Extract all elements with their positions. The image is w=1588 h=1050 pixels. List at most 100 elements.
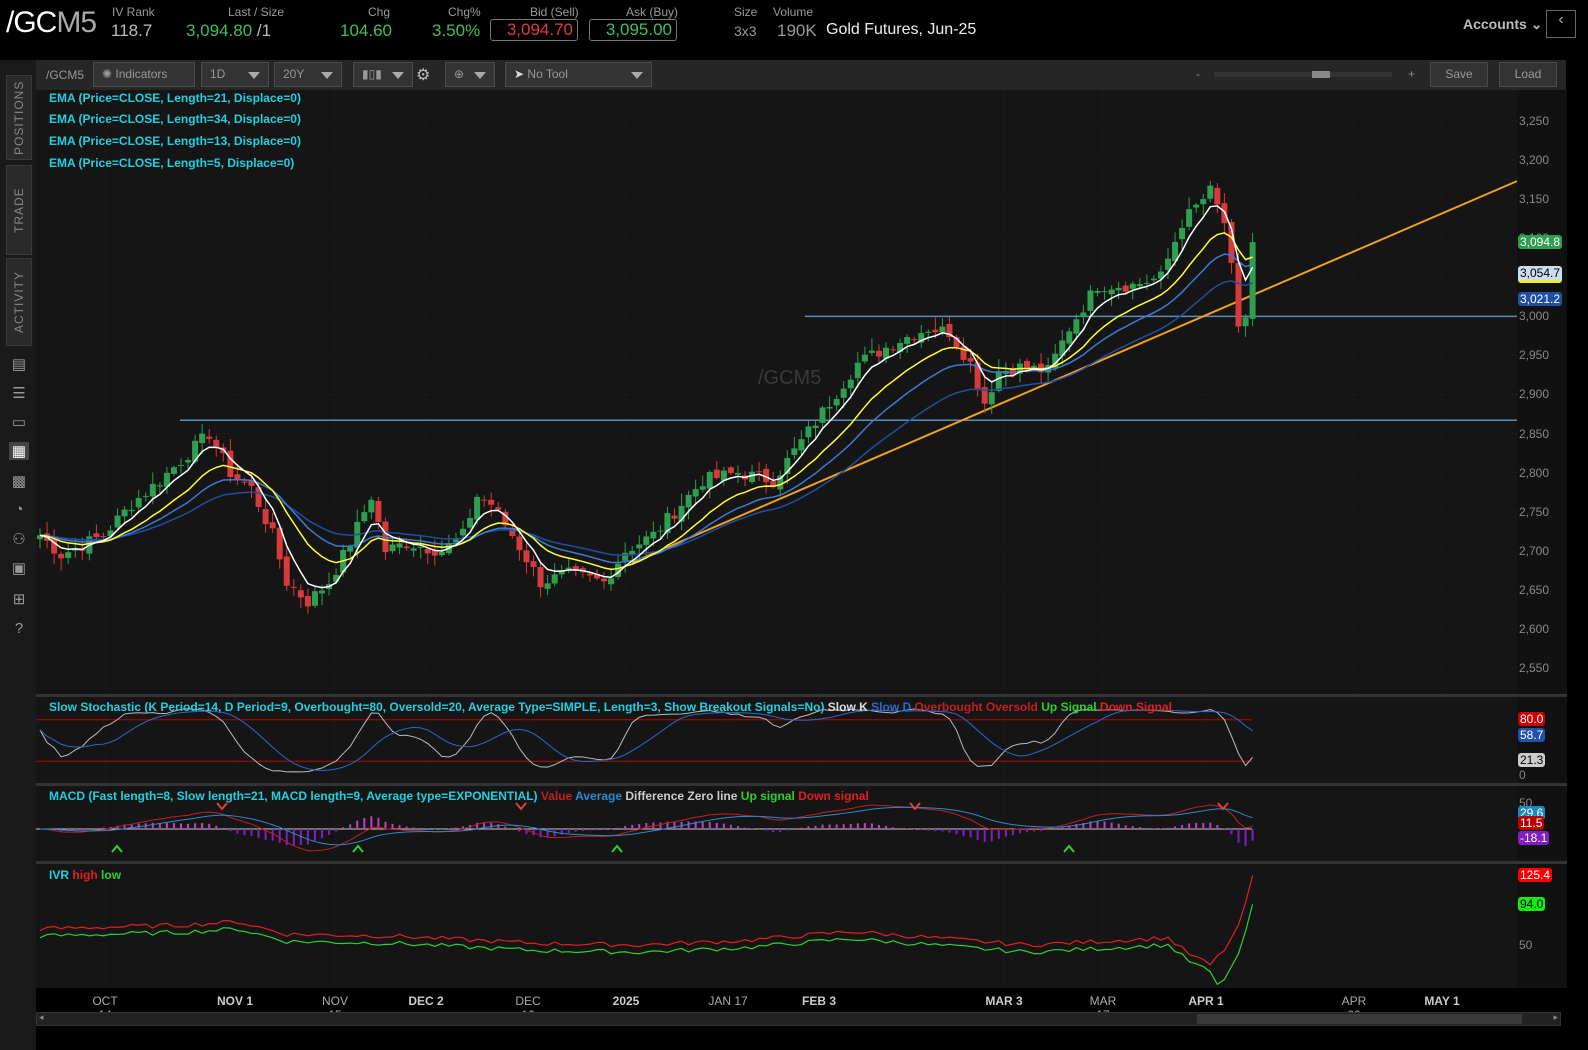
price-axis-label: 2,700 [1519, 543, 1550, 558]
candle-body [1108, 289, 1115, 295]
candle-body [241, 481, 248, 483]
date-axis-label: JAN 17 [708, 994, 748, 1008]
candle-body [495, 507, 502, 510]
candle-body [1193, 204, 1200, 208]
candle-body [925, 331, 932, 333]
panel-divider [36, 861, 1567, 864]
candle-body [1073, 319, 1080, 334]
candle-body [438, 552, 445, 556]
candle-body [1200, 199, 1207, 205]
candle-body [1094, 290, 1101, 293]
scrollbar-thumb[interactable] [1197, 1014, 1522, 1024]
candle-body [368, 499, 375, 513]
ema5-price-tag: 3,054.7 [1518, 266, 1563, 283]
candle-body [551, 574, 558, 584]
candle-body [601, 578, 607, 582]
candle-body [1165, 258, 1171, 270]
candle-body [234, 474, 241, 479]
candle-body [812, 425, 819, 428]
ema13-legend[interactable]: EMA (Price=CLOSE, Length=13, Displace=0) [49, 134, 301, 148]
candle-body [1143, 282, 1150, 284]
candle-body [149, 483, 156, 497]
candle-body [622, 552, 629, 561]
candle-body [1235, 262, 1242, 327]
candle-body [347, 546, 354, 552]
candle-body [396, 543, 403, 548]
candle-body [1214, 187, 1221, 205]
candle-body [805, 426, 812, 438]
candle-body [833, 399, 840, 406]
candle-body [1150, 278, 1157, 281]
candle-body [868, 350, 875, 353]
candle-body [206, 436, 213, 439]
candle-body [854, 362, 861, 379]
date-axis-label: NOV 1 [216, 994, 253, 1008]
candle-body [650, 531, 657, 539]
candle-body [1179, 227, 1186, 240]
macd-diff-tag: -18.1 [1518, 831, 1550, 845]
slowd-tag: 58.7 [1518, 728, 1546, 742]
candle-body [403, 546, 410, 549]
candle-body [142, 495, 149, 497]
candle-body [156, 485, 163, 487]
ema21-legend[interactable]: EMA (Price=CLOSE, Length=21, Displace=0) [49, 91, 301, 105]
candle-body [417, 546, 424, 548]
candle-body [1031, 365, 1038, 367]
candle-body [185, 459, 192, 463]
candle-body [283, 556, 290, 586]
candle-body [121, 509, 128, 517]
candle-body [424, 548, 431, 554]
date-axis-label: MAR 3 [985, 994, 1023, 1008]
price-axis-label: 2,850 [1519, 426, 1550, 441]
candle-body [304, 595, 311, 607]
slowk-tag: 21.3 [1518, 753, 1546, 767]
candle-body [516, 536, 523, 551]
ema34-legend[interactable]: EMA (Price=CLOSE, Length=34, Displace=0) [49, 112, 301, 126]
candle-body [389, 544, 396, 552]
candle-body [1129, 283, 1136, 289]
ema5-legend[interactable]: EMA (Price=CLOSE, Length=5, Displace=0) [49, 156, 294, 170]
candle-body [530, 561, 537, 567]
candle-body [481, 499, 488, 501]
candle-body [488, 499, 495, 505]
horizontal-scrollbar[interactable]: ◂ ▸ [36, 1012, 1561, 1026]
price-axis-label: 2,800 [1519, 465, 1550, 480]
candle-body [713, 469, 720, 478]
ema34-price-tag: 3,021.2 [1518, 292, 1563, 306]
candle-body [819, 407, 826, 423]
candle-body [1207, 185, 1214, 199]
candle-body [311, 591, 318, 606]
ivr-legend[interactable]: IVR high low [49, 868, 121, 882]
macd-legend[interactable]: MACD (Fast length=8, Slow length=21, MAC… [49, 789, 869, 803]
candle-body [319, 590, 325, 594]
candle-body [262, 509, 269, 525]
chart-background [36, 90, 1517, 988]
candle-body [297, 590, 304, 598]
price-axis-label: 3,000 [1519, 309, 1550, 324]
ivr-high-tag: 125.4 [1518, 868, 1553, 882]
symbol-watermark: /GCM5 [758, 367, 821, 389]
candle-body [1242, 317, 1249, 327]
scroll-right-icon[interactable]: ▸ [1553, 1012, 1558, 1023]
date-axis-label: APR 1 [1188, 994, 1224, 1008]
candle-body [734, 473, 741, 475]
candle-body [544, 583, 551, 589]
stochastic-legend[interactable]: Slow Stochastic (K Period=14, D Period=9… [49, 700, 1172, 714]
candle-body [861, 354, 868, 362]
candle-body [170, 467, 177, 474]
candle-body [995, 371, 1002, 391]
price-axis-label: 2,600 [1519, 621, 1550, 636]
macd-value-tag: 11.5 [1518, 816, 1545, 830]
candle-body [826, 406, 833, 409]
date-axis-label: MAY 1 [1424, 994, 1460, 1008]
candle-body [608, 578, 615, 585]
candle-body [911, 339, 918, 341]
scroll-left-icon[interactable]: ◂ [39, 1012, 44, 1023]
candle-body [1024, 360, 1030, 369]
date-axis-label: 2025 [612, 994, 640, 1008]
price-axis-label: 2,550 [1519, 660, 1550, 675]
price-axis-background [1517, 90, 1567, 988]
candle-body [847, 379, 854, 389]
date-axis-label: FEB 3 [801, 994, 836, 1008]
candle-body [410, 548, 417, 551]
